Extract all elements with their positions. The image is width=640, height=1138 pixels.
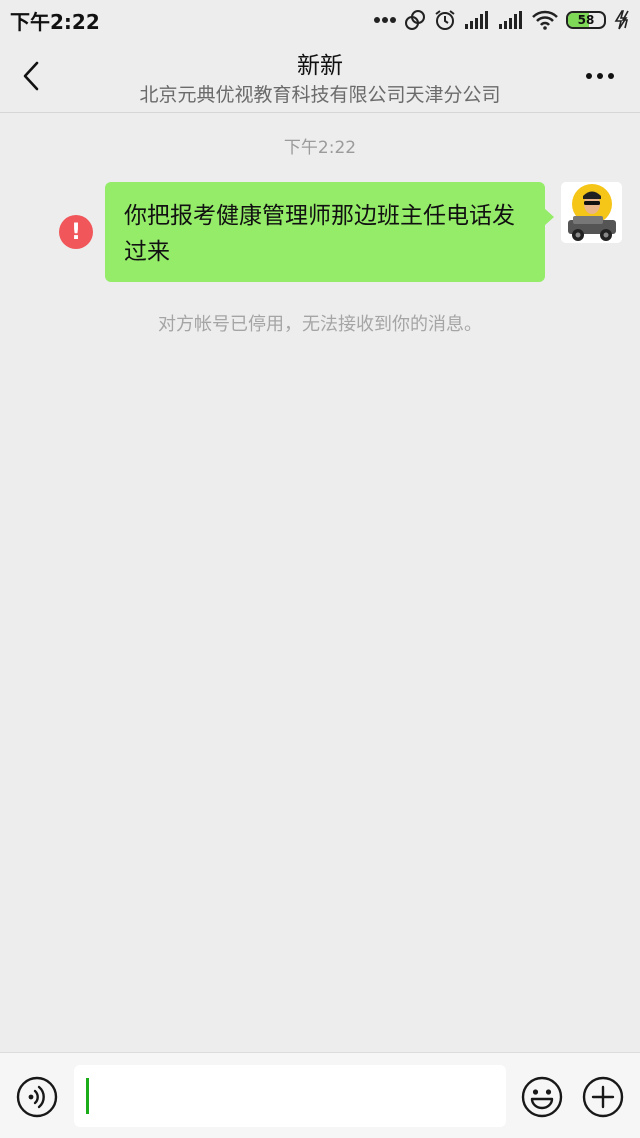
battery-level: 58 xyxy=(577,13,595,27)
status-bar: 下午2:22 58 xyxy=(0,0,640,40)
status-icons: 58 xyxy=(374,9,632,31)
system-notice: 对方帐号已停用，无法接收到你的消息。 xyxy=(158,314,482,335)
more-button[interactable] xyxy=(580,58,620,94)
voice-button[interactable] xyxy=(16,1076,58,1118)
avatar[interactable] xyxy=(561,182,622,243)
signal-icon xyxy=(465,11,488,29)
charging-icon xyxy=(614,10,629,30)
more-dots-icon xyxy=(586,73,614,79)
text-caret xyxy=(86,1078,89,1114)
avatar-image xyxy=(561,182,622,243)
voice-icon xyxy=(16,1076,58,1118)
message-timestamp: 下午2:22 xyxy=(283,138,357,158)
more-functions-button[interactable] xyxy=(582,1076,624,1118)
battery-icon: 58 xyxy=(566,11,606,29)
message-input[interactable] xyxy=(74,1065,506,1127)
plus-icon xyxy=(582,1076,624,1118)
emoji-icon xyxy=(521,1076,563,1118)
chat-title: 新新 xyxy=(297,53,343,79)
emoji-button[interactable] xyxy=(521,1076,563,1118)
message-bubble[interactable]: 你把报考健康管理师那边班主任电话发过来 xyxy=(105,182,554,282)
input-bar xyxy=(0,1052,640,1138)
status-time: 下午2:22 xyxy=(10,9,100,34)
link-icon xyxy=(405,10,425,30)
signal-icon xyxy=(499,11,522,29)
send-failed-icon[interactable]: ! xyxy=(59,215,93,249)
chat-subtitle: 北京元典优视教育科技有限公司天津分公司 xyxy=(139,84,501,106)
chat-header: 新新 北京元典优视教育科技有限公司天津分公司 xyxy=(0,40,640,113)
message-row: ! 你把报考健康管理师那边班主任电话发过来 xyxy=(0,182,640,282)
more-notifications-icon xyxy=(374,17,396,23)
alarm-icon xyxy=(435,10,455,30)
wifi-icon xyxy=(532,10,558,30)
